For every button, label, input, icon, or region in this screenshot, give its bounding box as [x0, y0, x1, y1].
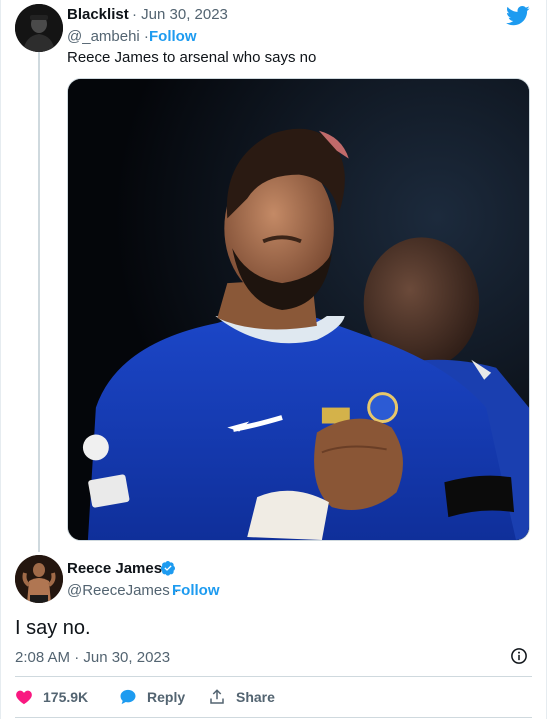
avatar-blacklist[interactable] — [15, 4, 63, 52]
bottom-divider — [15, 717, 532, 718]
reply-follow-button[interactable]: Follow — [172, 582, 220, 599]
avatar-reece-james[interactable] — [15, 555, 63, 603]
tweet-date[interactable]: · Jun 30, 2023 — [132, 6, 228, 23]
tweet-text: Reece James to arsenal who says no — [67, 49, 317, 66]
reply-author-name[interactable]: Reece James — [67, 560, 162, 577]
reply-author-handle[interactable]: @ReeceJames · — [67, 582, 179, 599]
author-handle[interactable]: @_ambehi · — [67, 28, 149, 45]
thread-connector-line — [38, 52, 40, 552]
verified-badge-icon — [160, 561, 175, 576]
share-label: Share — [236, 689, 275, 705]
author-name[interactable]: Blacklist — [67, 6, 129, 23]
reply-button[interactable]: Reply — [119, 686, 185, 708]
chat-bubble-icon — [120, 689, 136, 705]
divider — [15, 676, 532, 677]
tweet-card: Blacklist · Jun 30, 2023 @_ambehi · Foll… — [0, 0, 547, 719]
follow-button[interactable]: Follow — [149, 28, 197, 45]
reply-label: Reply — [147, 689, 186, 705]
reply-timestamp[interactable]: 2:08 AM · Jun 30, 2023 — [15, 649, 170, 666]
like-button[interactable]: 175.9K — [15, 686, 88, 708]
like-count: 175.9K — [43, 689, 89, 705]
reply-tweet-text: I say no. — [15, 617, 91, 639]
info-icon[interactable] — [510, 647, 528, 665]
tweet-photo[interactable] — [67, 78, 530, 541]
twitter-bird-icon[interactable] — [506, 6, 530, 26]
share-upload-icon — [210, 689, 224, 704]
heart-icon — [16, 690, 32, 705]
share-button[interactable]: Share — [208, 686, 275, 708]
